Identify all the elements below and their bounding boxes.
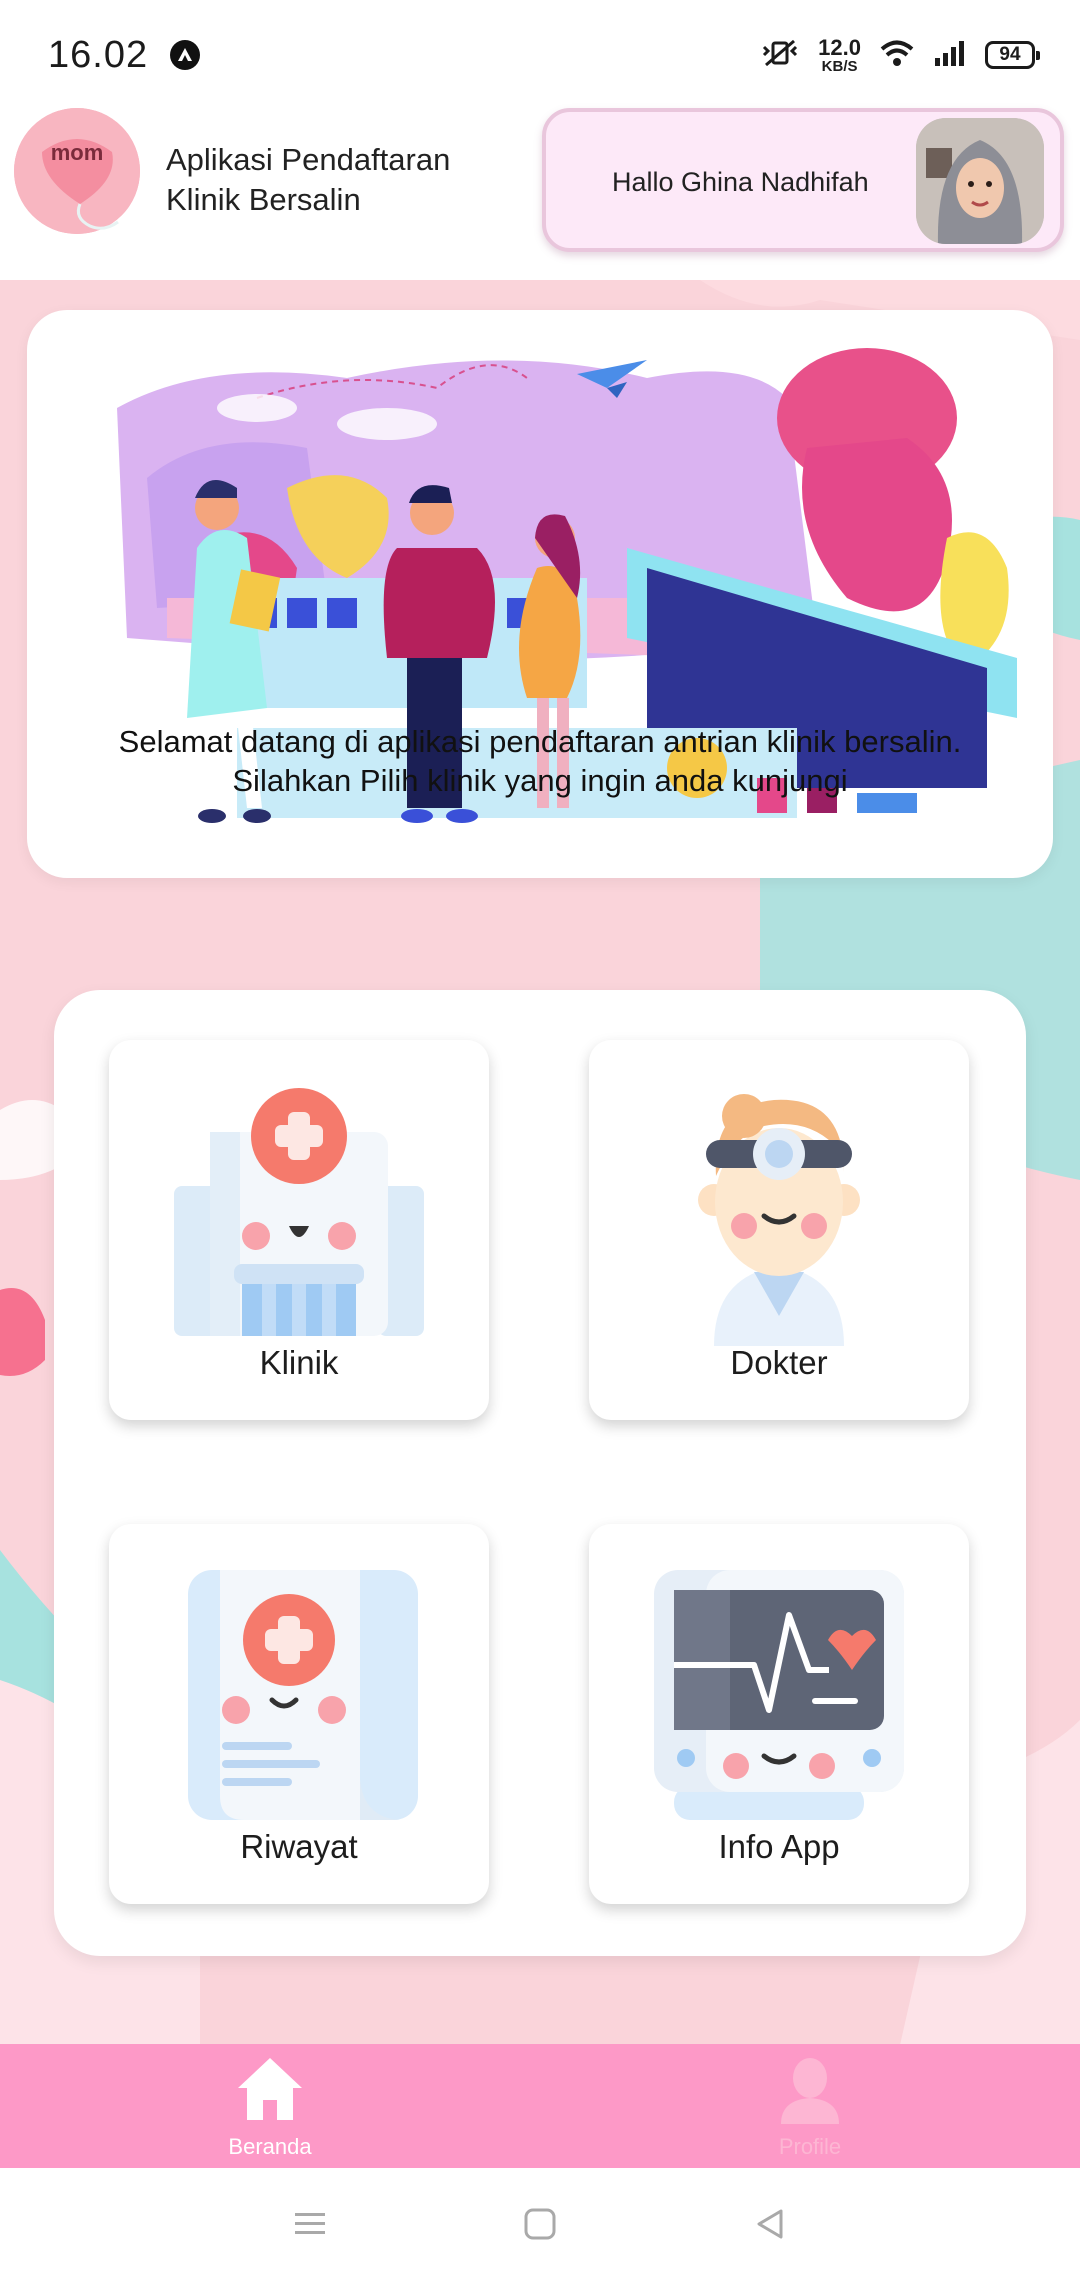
welcome-line-2: Silahkan Pilih klinik yang ingin anda ku… [232,763,848,798]
system-nav-bar [0,2168,1080,2280]
menu-label-dokter: Dokter [730,1344,828,1381]
app-logo: mom [14,108,140,234]
status-bar: 16.02 12.0 KB/S 94 [0,0,1080,110]
menu-panel: Klinik Dokter Riwayat Info App [54,990,1026,1956]
menu-tile-klinik[interactable]: Klinik [109,1040,489,1420]
menu-label-info-app: Info App [718,1828,840,1865]
hospital-icon [174,1088,424,1336]
welcome-message: Selamat datang di aplikasi pendaftaran a… [27,722,1053,800]
status-left: 16.02 [48,33,201,77]
heart-monitor-icon [654,1570,904,1820]
person-icon [781,2058,839,2124]
nav-item-beranda[interactable]: Beranda [0,2044,540,2168]
welcome-line-1: Selamat datang di aplikasi pendaftaran a… [118,724,962,759]
app-title: Aplikasi Pendaftaran Klinik Bersalin [166,142,451,217]
nav-label-beranda: Beranda [228,2134,312,2159]
status-time: 16.02 [48,33,149,76]
status-right: 12.0 KB/S 94 [760,34,1040,75]
greeting-text: Hallo Ghina Nadhifah [612,167,869,197]
home-icon [238,2058,302,2120]
network-speed-value: 12.0 [818,34,861,60]
logo-text: mom [51,140,104,165]
welcome-banner: Selamat datang di aplikasi pendaftaran a… [27,310,1053,878]
network-speed-unit: KB/S [821,57,858,75]
menu-tile-dokter[interactable]: Dokter [589,1040,969,1420]
menu-label-riwayat: Riwayat [240,1828,358,1865]
wifi-icon [879,38,915,73]
signal-icon [933,38,967,73]
balloon-logo-icon: mom [14,108,140,234]
menu-label-klinik: Klinik [259,1344,339,1381]
home-square-icon[interactable] [520,2204,560,2244]
network-speed: 12.0 KB/S [818,34,861,75]
nav-item-profile[interactable]: Profile [540,2044,1080,2168]
vibrate-mute-icon [760,38,800,73]
doctor-icon [698,1094,860,1346]
battery-indicator: 94 [985,41,1040,69]
bottom-nav: Beranda Profile [0,2044,1080,2168]
user-avatar[interactable] [916,118,1044,244]
app-header: mom Aplikasi Pendaftaran Klinik Bersalin… [0,108,1080,258]
greeting-card[interactable]: Hallo Ghina Nadhifah [542,108,1064,252]
nav-label-profile: Profile [778,2134,842,2159]
app-notification-icon [170,40,201,70]
back-triangle-icon[interactable] [750,2204,790,2244]
menu-lines-icon[interactable] [290,2204,330,2244]
menu-tile-info-app[interactable]: Info App [589,1524,969,1904]
medical-record-icon [188,1570,418,1820]
menu-tile-riwayat[interactable]: Riwayat [109,1524,489,1904]
